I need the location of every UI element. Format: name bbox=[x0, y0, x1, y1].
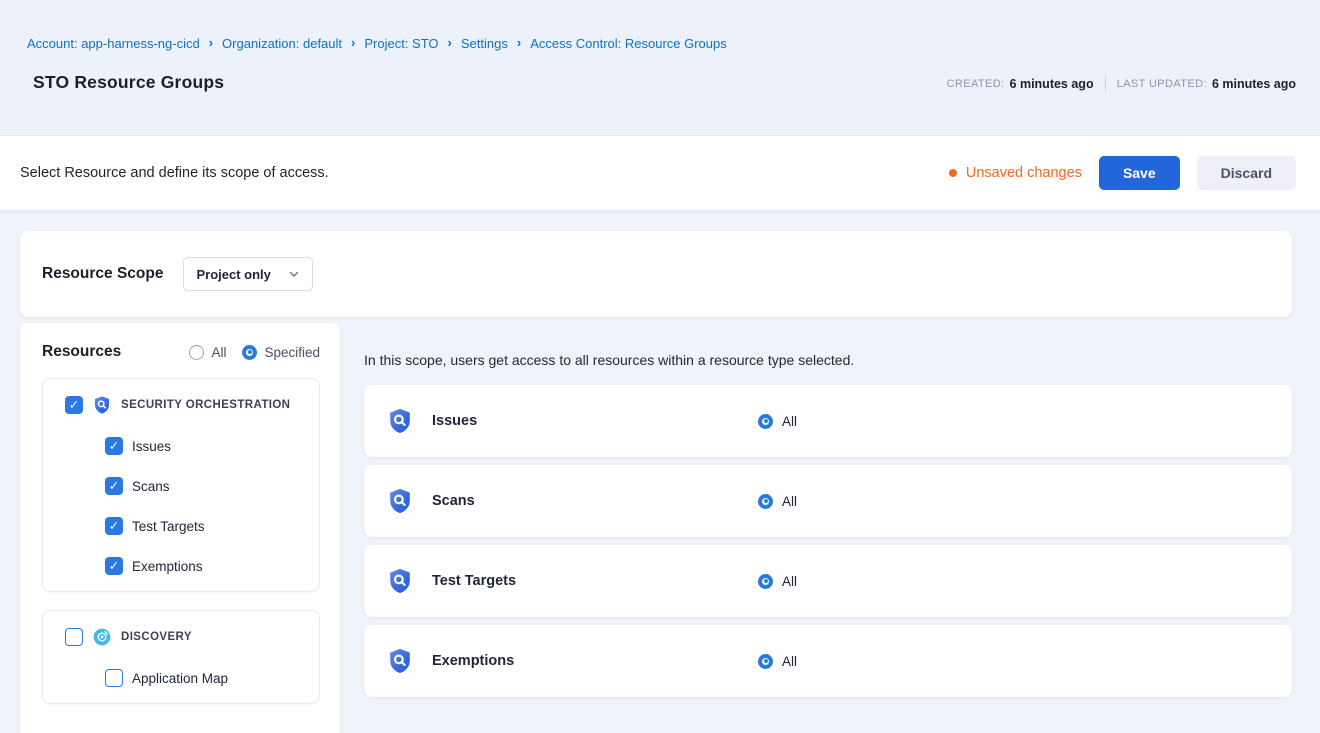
resource-access-area: In this scope, users get access to all r… bbox=[364, 323, 1292, 697]
resource-card-exemptions: Exemptions All bbox=[364, 625, 1292, 697]
resource-card-title: Exemptions bbox=[432, 653, 758, 669]
radio-on-icon[interactable] bbox=[758, 654, 773, 669]
page-header: Account: app-harness-ng-cicd › Organizat… bbox=[0, 0, 1320, 136]
radio-off-icon[interactable] bbox=[189, 345, 204, 360]
toolbar-description: Select Resource and define its scope of … bbox=[20, 165, 329, 181]
breadcrumb-project-link[interactable]: Project: STO bbox=[364, 36, 438, 51]
resource-scope-label: Resource Scope bbox=[42, 265, 163, 283]
checkbox-discovery[interactable] bbox=[65, 628, 83, 646]
access-radio-all[interactable]: All bbox=[758, 654, 797, 669]
access-radio-label: All bbox=[782, 574, 797, 589]
scope-description: In this scope, users get access to all r… bbox=[364, 352, 1292, 368]
toolbar: Select Resource and define its scope of … bbox=[0, 136, 1320, 210]
last-updated-label: LAST UPDATED: bbox=[1117, 78, 1207, 90]
resource-group-discovery: DISCOVERY Application Map bbox=[42, 610, 320, 704]
resource-card-test-targets: Test Targets All bbox=[364, 545, 1292, 617]
resource-card-title: Scans bbox=[432, 493, 758, 509]
tree-item-label: Exemptions bbox=[132, 559, 203, 574]
radio-on-icon[interactable] bbox=[758, 494, 773, 509]
chevron-right-icon: › bbox=[351, 35, 355, 50]
access-radio-all[interactable]: All bbox=[758, 494, 797, 509]
radio-specified-label: Specified bbox=[264, 345, 320, 360]
checkbox-application-map[interactable] bbox=[105, 669, 123, 687]
checkbox-test-targets[interactable] bbox=[105, 517, 123, 535]
tree-item-label: Application Map bbox=[132, 671, 228, 686]
resource-card-scans: Scans All bbox=[364, 465, 1292, 537]
resource-card-title: Issues bbox=[432, 413, 758, 429]
discard-button[interactable]: Discard bbox=[1197, 156, 1296, 190]
checkbox-issues[interactable] bbox=[105, 437, 123, 455]
resource-scope-card: Resource Scope Project only bbox=[20, 231, 1292, 317]
resource-scope-dropdown[interactable]: Project only bbox=[183, 257, 313, 291]
radio-on-icon[interactable] bbox=[758, 414, 773, 429]
access-radio-label: All bbox=[782, 654, 797, 669]
sto-shield-icon bbox=[386, 487, 414, 515]
chevron-right-icon: › bbox=[517, 35, 521, 50]
resources-panel: Resources All Specified S bbox=[20, 323, 340, 733]
breadcrumb-access-control-link[interactable]: Access Control: Resource Groups bbox=[530, 36, 727, 51]
resource-group-security-orchestration: SECURITY ORCHESTRATION Issues Scans Test… bbox=[42, 378, 320, 592]
unsaved-changes-status: Unsaved changes bbox=[949, 165, 1082, 181]
unsaved-dot-icon bbox=[949, 169, 957, 177]
checkbox-security-orchestration[interactable] bbox=[65, 396, 83, 414]
breadcrumb-account-link[interactable]: Account: app-harness-ng-cicd bbox=[27, 36, 200, 51]
checkbox-scans[interactable] bbox=[105, 477, 123, 495]
last-updated-value: 6 minutes ago bbox=[1212, 77, 1296, 91]
resources-mode-radios: All Specified bbox=[189, 345, 320, 360]
chevron-right-icon: › bbox=[209, 35, 213, 50]
group-label: DISCOVERY bbox=[121, 631, 192, 643]
main-content: Resource Scope Project only Resources Al… bbox=[0, 210, 1320, 733]
breadcrumb-settings-link[interactable]: Settings bbox=[461, 36, 508, 51]
breadcrumb-organization-link[interactable]: Organization: default bbox=[222, 36, 342, 51]
save-button[interactable]: Save bbox=[1099, 156, 1180, 190]
resources-panel-title: Resources bbox=[42, 343, 121, 361]
created-value: 6 minutes ago bbox=[1010, 77, 1094, 91]
sto-shield-icon bbox=[92, 395, 112, 415]
sto-shield-icon bbox=[386, 407, 414, 435]
page-title: STO Resource Groups bbox=[33, 72, 224, 93]
access-radio-label: All bbox=[782, 414, 797, 429]
discovery-radar-icon bbox=[92, 627, 112, 647]
radio-all[interactable]: All bbox=[189, 345, 226, 360]
radio-all-label: All bbox=[211, 345, 226, 360]
checkbox-exemptions[interactable] bbox=[105, 557, 123, 575]
resource-card-issues: Issues All bbox=[364, 385, 1292, 457]
tree-item-label: Issues bbox=[132, 439, 171, 454]
breadcrumb: Account: app-harness-ng-cicd › Organizat… bbox=[27, 36, 1296, 51]
radio-on-icon[interactable] bbox=[758, 574, 773, 589]
resource-scope-selected-value: Project only bbox=[196, 267, 270, 282]
radio-on-icon[interactable] bbox=[242, 345, 257, 360]
group-label: SECURITY ORCHESTRATION bbox=[121, 399, 290, 411]
access-radio-label: All bbox=[782, 494, 797, 509]
radio-specified[interactable]: Specified bbox=[242, 345, 320, 360]
timestamps-meta: CREATED: 6 minutes ago LAST UPDATED: 6 m… bbox=[947, 76, 1296, 93]
sto-shield-icon bbox=[386, 567, 414, 595]
resource-card-title: Test Targets bbox=[432, 573, 758, 589]
access-radio-all[interactable]: All bbox=[758, 574, 797, 589]
tree-item-label: Scans bbox=[132, 479, 170, 494]
tree-item-label: Test Targets bbox=[132, 519, 205, 534]
sto-shield-icon bbox=[386, 647, 414, 675]
created-label: CREATED: bbox=[947, 78, 1005, 90]
access-radio-all[interactable]: All bbox=[758, 414, 797, 429]
meta-divider bbox=[1105, 76, 1106, 91]
chevron-right-icon: › bbox=[448, 35, 452, 50]
unsaved-changes-label: Unsaved changes bbox=[966, 165, 1082, 181]
chevron-down-icon bbox=[288, 268, 300, 280]
